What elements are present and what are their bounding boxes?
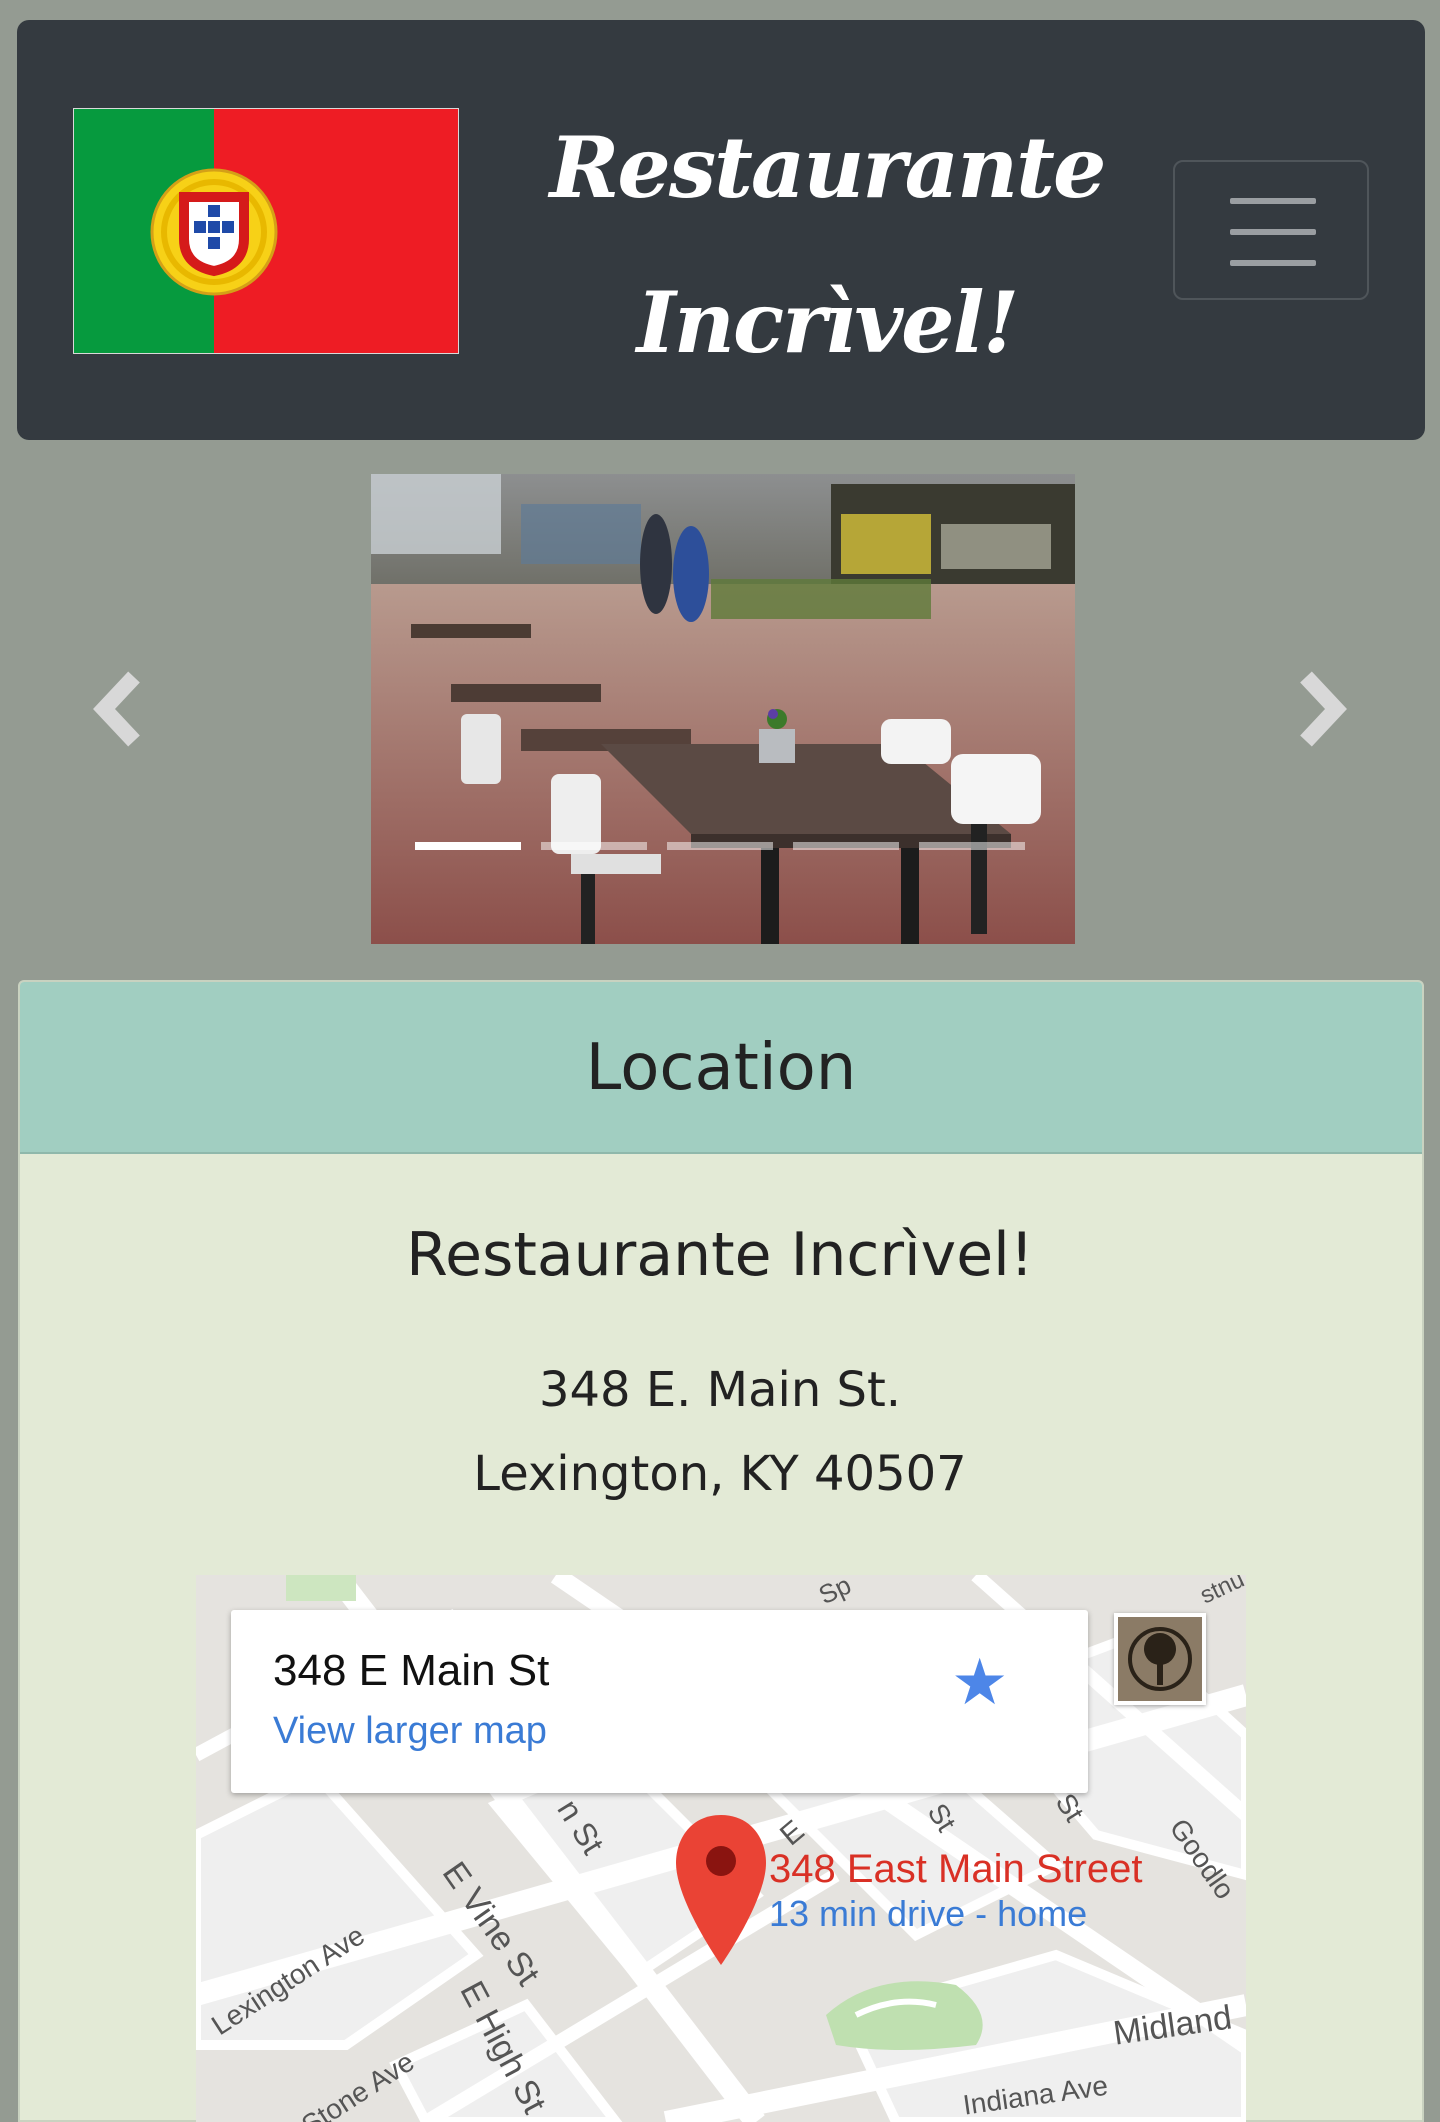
navbar: Restaurante Incrìvel! xyxy=(17,20,1425,440)
location-heading: Location xyxy=(585,1031,857,1105)
carousel-indicators xyxy=(415,842,1031,854)
tree-logo-icon xyxy=(1128,1627,1192,1691)
carousel-indicator-5[interactable] xyxy=(919,842,1025,850)
hamburger-menu-button[interactable] xyxy=(1173,160,1369,300)
map-address: 348 E Main St xyxy=(273,1646,550,1695)
location-card-header: Location xyxy=(20,982,1422,1154)
view-larger-map-link[interactable]: View larger map xyxy=(273,1710,547,1753)
carousel-indicator-1[interactable] xyxy=(415,842,521,850)
hamburger-menu-icon xyxy=(1230,198,1316,204)
hamburger-bar xyxy=(1230,229,1316,235)
hamburger-bar xyxy=(1230,260,1316,266)
brand-line-2: Incrìvel! xyxy=(636,273,1020,372)
map-drive-time[interactable]: 13 min drive - home xyxy=(769,1893,1087,1935)
carousel-slide-image xyxy=(371,474,1075,944)
portugal-flag-icon[interactable] xyxy=(73,108,459,354)
carousel-indicator-2[interactable] xyxy=(541,842,647,850)
carousel-next-button[interactable] xyxy=(1278,669,1358,749)
google-map-embed[interactable]: E Vine St E High St Lexington Ave Stone … xyxy=(196,1575,1246,2122)
star-icon[interactable]: ★ xyxy=(951,1650,1008,1714)
map-info-card: 348 E Main St View larger map ★ xyxy=(231,1610,1088,1793)
address-line-2: Lexington, KY 40507 xyxy=(473,1446,967,1502)
map-place-photo[interactable] xyxy=(1114,1613,1206,1705)
map-pin-icon[interactable] xyxy=(676,1815,766,1965)
brand-title[interactable]: Restaurante Incrìvel! xyxy=(517,90,1137,400)
restaurant-name: Restaurante Incrìvel! xyxy=(406,1220,1034,1290)
chevron-right-icon xyxy=(1300,671,1347,747)
carousel-indicator-3[interactable] xyxy=(667,842,773,850)
image-carousel xyxy=(0,474,1440,944)
carousel-prev-button[interactable] xyxy=(82,669,162,749)
map-place-label[interactable]: 348 East Main Street xyxy=(769,1847,1143,1892)
carousel-indicator-4[interactable] xyxy=(793,842,899,850)
address-line-1: 348 E. Main St. xyxy=(538,1362,902,1418)
chevron-left-icon xyxy=(93,671,140,747)
brand-line-1: Restaurante xyxy=(549,118,1107,217)
